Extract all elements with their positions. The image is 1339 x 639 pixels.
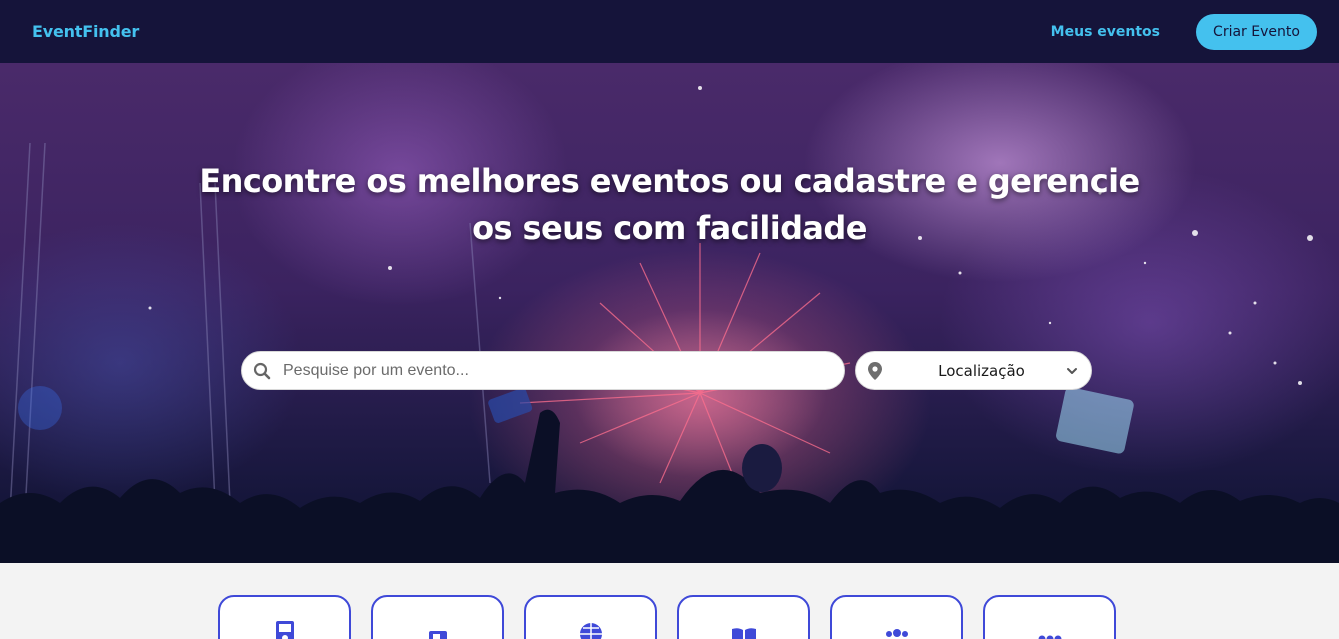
category-card-education[interactable] <box>677 595 810 639</box>
music-player-icon <box>275 621 294 639</box>
hero-banner: Encontre os melhores eventos ou cadastre… <box>0 63 1339 563</box>
event-search-input[interactable] <box>283 361 844 380</box>
hero-title: Encontre os melhores eventos ou cadastre… <box>0 158 1339 252</box>
globe-icon <box>579 623 602 639</box>
map-pin-icon <box>868 361 882 380</box>
category-list <box>218 595 1136 639</box>
category-card-music-player[interactable] <box>218 595 351 639</box>
location-select-label: Localização <box>938 361 1025 380</box>
fireworks-crowd-background <box>0 86 1339 563</box>
category-card-more[interactable] <box>983 595 1116 639</box>
users-icon <box>885 629 908 637</box>
hero-title-line2: os seus com facilidade <box>472 209 867 247</box>
my-events-link[interactable]: Meus eventos <box>1051 24 1160 40</box>
brand-logo[interactable]: EventFinder <box>32 22 139 41</box>
music-note-icon <box>428 631 447 639</box>
location-select[interactable]: Localização <box>855 351 1092 390</box>
header-nav: Meus eventos Criar Evento <box>1051 13 1317 50</box>
search-icon <box>253 362 271 379</box>
create-event-button[interactable]: Criar Evento <box>1196 13 1317 50</box>
chevron-down-icon <box>1067 367 1077 374</box>
category-card-international[interactable] <box>524 595 657 639</box>
category-card-community[interactable] <box>830 595 963 639</box>
event-search-box <box>241 351 845 390</box>
top-navbar: EventFinder Meus eventos Criar Evento <box>0 0 1339 63</box>
hero-title-line1: Encontre os melhores eventos ou cadastre… <box>199 162 1140 200</box>
category-card-music[interactable] <box>371 595 504 639</box>
book-icon <box>731 628 756 639</box>
more-icon <box>1038 635 1061 639</box>
